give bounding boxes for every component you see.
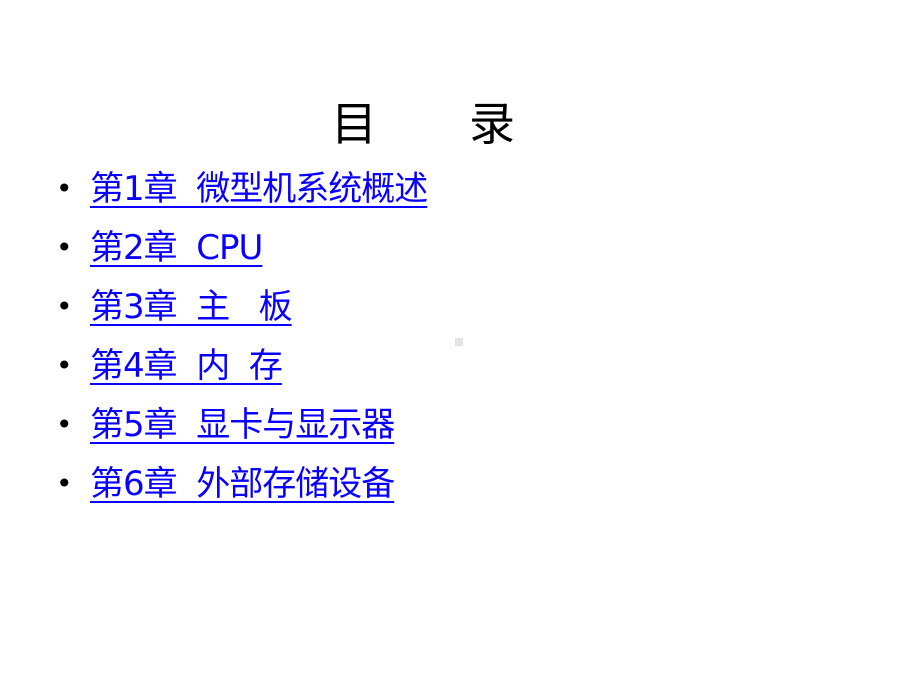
toc-link-chapter-5[interactable]: 第5章 显卡与显示器 [90, 400, 395, 450]
bullet-icon: • [56, 172, 73, 205]
title-char-1: 目 [331, 97, 377, 151]
bullet-icon: • [56, 290, 73, 323]
table-of-contents: • 第1章 微型机系统概述 • 第2章 CPU • 第3章 主 板 • 第4章 … [56, 164, 428, 518]
toc-item: • 第3章 主 板 [56, 282, 427, 341]
bullet-icon: • [56, 231, 73, 264]
toc-link-chapter-1[interactable]: 第1章 微型机系统概述 [90, 164, 428, 214]
toc-item: • 第1章 微型机系统概述 [56, 164, 428, 223]
bullet-icon: • [56, 467, 73, 500]
bullet-icon: • [56, 349, 73, 382]
bullet-icon: • [56, 408, 73, 441]
toc-link-chapter-6[interactable]: 第6章 外部存储设备 [90, 459, 395, 509]
toc-item: • 第5章 显卡与显示器 [56, 400, 427, 459]
toc-item: • 第4章 内 存 [56, 341, 427, 400]
toc-item: • 第6章 外部存储设备 [56, 459, 427, 518]
toc-link-chapter-4[interactable]: 第4章 内 存 [90, 341, 283, 391]
toc-link-chapter-2[interactable]: 第2章 CPU [90, 223, 263, 273]
placeholder-marker [455, 338, 463, 346]
title-char-2: 录 [469, 97, 515, 151]
toc-link-chapter-3[interactable]: 第3章 主 板 [90, 282, 293, 332]
toc-item: • 第2章 CPU [56, 223, 427, 282]
